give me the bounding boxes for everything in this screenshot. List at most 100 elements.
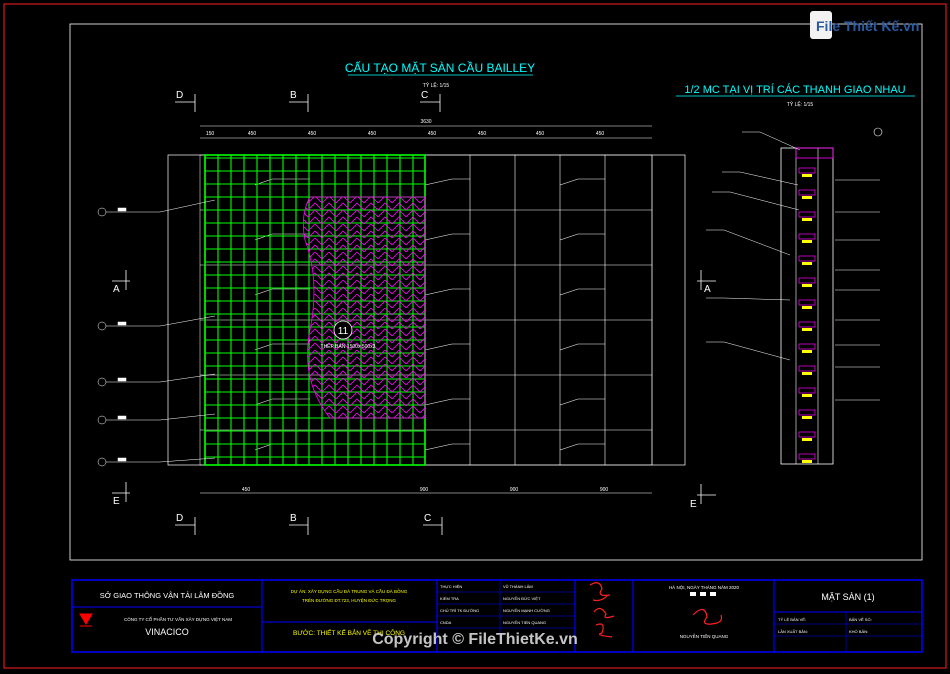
company-logo-icon xyxy=(79,613,93,627)
section-scale: TỶ LỆ: 1/15 xyxy=(787,100,814,108)
top-dim: 450 xyxy=(428,131,437,137)
leader-callouts xyxy=(97,199,216,467)
plate-stripe xyxy=(798,365,816,372)
top-dim: 450 xyxy=(596,131,605,137)
tb-role: CNDA xyxy=(440,620,452,625)
tb-ratio-label: TỶ LỆ BẢN VẼ: xyxy=(778,617,806,622)
leader-callout-circle xyxy=(97,377,107,387)
section-view: 1/2 MC TẠI VỊ TRÍ CÁC THANH GIAO NHAU TỶ… xyxy=(676,83,915,465)
top-dim: 450 xyxy=(308,131,317,137)
top-dim: 450 xyxy=(478,131,487,137)
bottom-dim-texts: 450 900 900 900 xyxy=(242,487,609,493)
plate-bolt xyxy=(802,218,812,221)
bottom-dim: 450 xyxy=(242,487,251,493)
section-top-flange xyxy=(795,147,834,159)
section-title: 1/2 MC TẠI VỊ TRÍ CÁC THANH GIAO NHAU xyxy=(684,83,905,96)
tb-company: CÔNG TY CỔ PHẦN TƯ VẤN XÂY DỰNG VIỆT NAM xyxy=(124,615,232,622)
section-callout xyxy=(873,127,883,137)
plate-stripe xyxy=(798,299,816,306)
tb-project-1: DỰ ÁN: XÂY DỰNG CẦU ĐÀ TRUNG VÀ CẦU ĐÀ B… xyxy=(291,588,408,594)
section-label-e-right: E xyxy=(690,499,697,510)
plate-bolt xyxy=(802,284,812,287)
leader-callout-circle xyxy=(97,207,107,217)
plate-stripe xyxy=(798,255,816,262)
plate-bolt xyxy=(802,394,812,397)
plate-bolt xyxy=(802,328,812,331)
plate-bolt xyxy=(802,196,812,199)
section-label-a-left: A xyxy=(113,284,120,295)
plate-stripe xyxy=(798,277,816,284)
bottom-dim: 900 xyxy=(600,487,609,493)
tb-stamp xyxy=(690,592,696,596)
copyright-watermark: Copyright © FileThietKe.vn xyxy=(372,631,578,648)
plate-stripe xyxy=(798,343,816,350)
tb-name: VŨ THÀNH LÂM xyxy=(503,584,533,589)
top-dim: 450 xyxy=(536,131,545,137)
grid-line xyxy=(254,398,605,406)
section-leaders xyxy=(706,131,880,401)
watermark-logo: File Thiết Kế.vn xyxy=(810,11,919,39)
tb-name: NGUYỄN TIẾN QUANG xyxy=(503,620,546,625)
plate-bolt xyxy=(802,240,812,243)
grid-line xyxy=(254,288,605,296)
plate-stripe xyxy=(798,409,816,416)
bottom-dim: 900 xyxy=(510,487,519,493)
top-dim-texts: 150 450 450 450 450 450 450 450 xyxy=(206,131,605,137)
tb-name: NGUYỄN ĐỨC VIỆT xyxy=(503,596,541,601)
plan-view: CẤU TẠO MẶT SÀN CẦU BAILLEY TỶ LỆ: 1/15 … xyxy=(97,60,716,535)
plate-bolt xyxy=(802,350,812,353)
tb-issue-label: LẦN XUẤT BẢN: xyxy=(778,629,808,634)
tb-role: THỰC HIỆN xyxy=(440,584,462,589)
plate-stripe xyxy=(798,431,816,438)
tb-date-line: HÀ NỘI, NGÀY THÁNG NĂM 2020 xyxy=(669,584,740,590)
plan-title: CẤU TẠO MẶT SÀN CẦU BAILLEY xyxy=(345,60,535,75)
dim-overall: 3630 xyxy=(420,119,431,125)
tb-sheet-title: MẶT SÀN (1) xyxy=(821,592,874,602)
bottom-dim: 900 xyxy=(420,487,429,493)
tb-name: NGUYỄN MẠNH CƯỜNG xyxy=(503,608,550,613)
tb-stamp xyxy=(700,592,706,596)
signature-2 xyxy=(692,608,723,625)
top-dim: 450 xyxy=(248,131,257,137)
leader-callout-circle xyxy=(97,415,107,425)
tb-signer: NGUYỄN TIẾN QUANG xyxy=(680,633,729,639)
top-dim: 450 xyxy=(368,131,377,137)
plate-stripe xyxy=(798,233,816,240)
leader-tag xyxy=(117,207,127,212)
plate-stripe xyxy=(798,189,816,196)
section-leader xyxy=(729,191,800,211)
plate-bolt xyxy=(802,438,812,441)
section-label-c-top: C xyxy=(421,90,428,101)
plate-bolt xyxy=(802,416,812,419)
tb-sheet-no-label: BẢN VẼ SỐ: xyxy=(849,617,872,622)
plate-stripe xyxy=(798,167,816,174)
tb-file-label: KHỔ BẢN: xyxy=(849,629,868,634)
section-leader xyxy=(759,131,801,151)
leader-tag xyxy=(117,457,127,462)
tb-project-2: TRÊN ĐƯỜNG ĐT.723, HUYỆN ĐỨC TRỌNG xyxy=(302,596,396,603)
plate-bolt xyxy=(802,460,812,463)
section-label-d-top: D xyxy=(176,90,183,101)
section-label-c-bottom: C xyxy=(424,513,431,524)
plate-bolt xyxy=(802,372,812,375)
callout-number: 11 xyxy=(338,326,349,337)
logo-text: File Thiết Kế.vn xyxy=(816,18,919,34)
grid-line xyxy=(254,443,605,451)
plate-bolt xyxy=(802,306,812,309)
tb-role: CHỦ TRÌ TK ĐƯỜNG xyxy=(440,608,479,613)
section-leader xyxy=(723,229,791,256)
tb-company-short: VINACICO xyxy=(145,627,189,637)
section-label-e-left: E xyxy=(113,496,120,507)
steel-plate-hatch xyxy=(302,196,426,419)
leader-tag xyxy=(117,415,127,420)
top-dim: 150 xyxy=(206,131,215,137)
plate-stripe xyxy=(798,387,816,394)
leader-tag xyxy=(117,321,127,326)
section-label-b-top: B xyxy=(290,90,297,101)
plate-stripe xyxy=(798,321,816,328)
plate-stripe xyxy=(798,453,816,460)
section-label-d-bottom: D xyxy=(176,513,183,524)
tb-org: SỞ GIAO THÔNG VẬN TẢI LÂM ĐỒNG xyxy=(100,590,235,600)
signature-1 xyxy=(589,582,615,638)
plate-bolt xyxy=(802,174,812,177)
